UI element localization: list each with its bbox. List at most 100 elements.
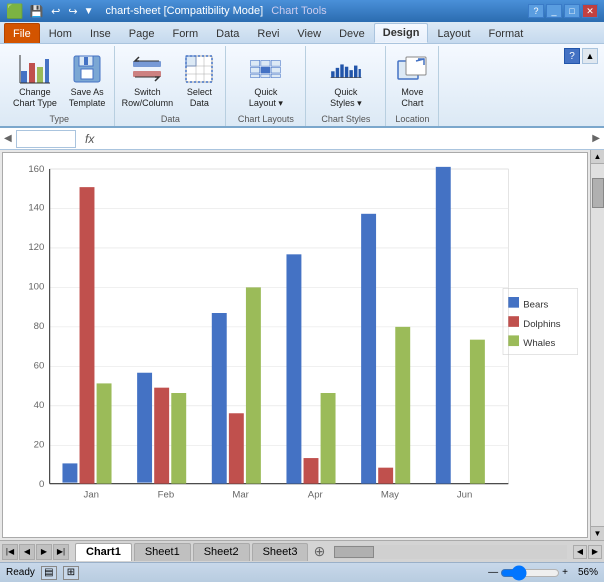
svg-text:May: May [381, 490, 399, 501]
ribbon-group-chart-layouts: QuickLayout ▾ Chart Layouts [226, 46, 306, 126]
svg-text:Jan: Jan [84, 490, 99, 501]
scroll-down-button[interactable]: ▼ [591, 526, 604, 540]
select-data-button[interactable]: SelectData [177, 50, 221, 112]
ribbon-group-chart-styles: QuickStyles ▾ Chart Styles [306, 46, 386, 126]
minimize-ribbon-icon[interactable]: ▲ [582, 48, 598, 64]
change-chart-type-label: ChangeChart Type [13, 87, 57, 109]
hscroll-buttons: ◀ ▶ [573, 545, 602, 559]
quick-layout-button[interactable]: QuickLayout ▾ [231, 50, 301, 112]
svg-text:140: 140 [28, 203, 44, 214]
scroll-left-icon[interactable]: ◀ [4, 133, 12, 144]
sheet-nav-next[interactable]: ▶ [36, 544, 52, 560]
tab-data[interactable]: Data [207, 23, 248, 43]
hscroll-right[interactable]: ▶ [588, 545, 602, 559]
select-data-label: SelectData [187, 87, 212, 109]
normal-view-button[interactable]: ▤ [41, 566, 57, 580]
chart-layouts-group-label: Chart Layouts [230, 112, 301, 126]
save-as-template-icon [71, 53, 103, 85]
chart-styles-group-label: Chart Styles [310, 112, 381, 126]
ribbon-controls: ? ▲ [562, 46, 600, 126]
zoom-out-button[interactable]: — [488, 567, 498, 578]
tab-page[interactable]: Page [120, 23, 164, 43]
data-group-label: Data [119, 112, 221, 126]
minimize-button[interactable]: _ [546, 4, 562, 18]
page-layout-button[interactable]: ⊞ [63, 566, 79, 580]
select-data-icon [183, 53, 215, 85]
svg-text:160: 160 [28, 164, 44, 175]
tab-review[interactable]: Revi [248, 23, 288, 43]
tab-view[interactable]: View [288, 23, 330, 43]
vertical-scrollbar[interactable]: ▲ ▼ [590, 150, 604, 540]
change-chart-type-icon [19, 53, 51, 85]
hscroll-thumb[interactable] [334, 546, 374, 558]
svg-text:Dolphins: Dolphins [523, 319, 561, 330]
sheet-tab-chart1[interactable]: Chart1 [75, 543, 132, 561]
move-chart-label: MoveChart [401, 87, 423, 109]
ribbon-spacer [439, 46, 562, 126]
tab-bar: File Hom Inse Page Form Data Revi View D… [0, 22, 604, 44]
zoom-in-button[interactable]: + [562, 567, 568, 578]
sheet-tab-sheet2[interactable]: Sheet2 [193, 543, 250, 561]
close-button[interactable]: ✕ [582, 4, 598, 18]
add-sheet-button[interactable]: ⊕ [310, 543, 328, 561]
restore-button[interactable]: □ [564, 4, 580, 18]
title-bar-left: 🟩 💾 ↩ ↪ ▼ chart-sheet [Compatibility Mod… [6, 3, 327, 20]
ribbon-group-data: SwitchRow/Column Se [115, 46, 226, 126]
title-text: chart-sheet [Compatibility Mode] [105, 5, 263, 17]
tab-home[interactable]: Hom [40, 23, 81, 43]
formula-input[interactable] [104, 130, 589, 148]
zoom-slider[interactable] [500, 568, 560, 578]
ribbon-group-type: ChangeChart Type Save AsTemplate Type [4, 46, 115, 126]
svg-text:Feb: Feb [158, 490, 175, 501]
switch-row-column-button[interactable]: SwitchRow/Column [119, 50, 175, 112]
svg-text:100: 100 [28, 282, 44, 293]
zoom-level: 56% [570, 567, 598, 578]
change-chart-type-button[interactable]: ChangeChart Type [8, 50, 62, 112]
horizontal-scrollbar[interactable] [334, 545, 567, 559]
tab-layout[interactable]: Layout [428, 23, 479, 43]
name-box[interactable] [16, 130, 76, 148]
scroll-right-icon[interactable]: ▶ [592, 133, 600, 144]
svg-text:0: 0 [39, 479, 44, 490]
status-right: — + 56% [488, 567, 598, 578]
hscroll-left[interactable]: ◀ [573, 545, 587, 559]
chart-svg: 0 20 40 60 80 100 120 140 160 Jan [7, 157, 583, 533]
app-title: Chart Tools [271, 5, 326, 17]
svg-text:20: 20 [34, 439, 45, 450]
quick-access-redo[interactable]: ↪ [68, 5, 77, 18]
scroll-up-button[interactable]: ▲ [591, 150, 604, 164]
quick-access-dropdown[interactable]: ▼ [84, 6, 94, 17]
quick-layout-label: QuickLayout ▾ [249, 87, 283, 109]
sheet-nav-last[interactable]: ▶| [53, 544, 69, 560]
help-icon[interactable]: ? [564, 48, 580, 64]
move-chart-button[interactable]: MoveChart [390, 50, 434, 112]
tab-formulas[interactable]: Form [163, 23, 207, 43]
tab-developer[interactable]: Deve [330, 23, 374, 43]
status-bar: Ready ▤ ⊞ — + 56% [0, 562, 604, 582]
move-chart-icon [396, 53, 428, 85]
save-as-template-button[interactable]: Save AsTemplate [64, 50, 111, 112]
sheet-navigation: |◀ ◀ ▶ ▶| [2, 544, 69, 560]
quick-access-undo[interactable]: ↩ [51, 5, 60, 18]
sheet-tab-sheet3[interactable]: Sheet3 [252, 543, 309, 561]
save-as-template-label: Save AsTemplate [69, 87, 106, 109]
tab-file[interactable]: File [4, 23, 40, 43]
svg-text:80: 80 [34, 321, 45, 332]
help-button[interactable]: ? [528, 4, 544, 18]
switch-row-column-icon [131, 53, 163, 85]
type-group-label: Type [8, 112, 110, 126]
status-left: Ready ▤ ⊞ [6, 566, 79, 580]
tab-format[interactable]: Format [479, 23, 532, 43]
tab-design[interactable]: Design [374, 23, 429, 43]
quick-styles-button[interactable]: QuickStyles ▾ [311, 50, 381, 112]
svg-text:120: 120 [28, 242, 44, 253]
scrollbar-thumb[interactable] [592, 178, 604, 208]
quick-access-save[interactable]: 💾 [29, 5, 43, 18]
tab-insert[interactable]: Inse [81, 23, 120, 43]
sheet-nav-prev[interactable]: ◀ [19, 544, 35, 560]
sheet-nav-first[interactable]: |◀ [2, 544, 18, 560]
sheet-tab-sheet1[interactable]: Sheet1 [134, 543, 191, 561]
main-area: 0 20 40 60 80 100 120 140 160 Jan [0, 150, 604, 540]
zoom-controls: — + 56% [488, 567, 598, 578]
svg-text:Whales: Whales [523, 338, 555, 349]
